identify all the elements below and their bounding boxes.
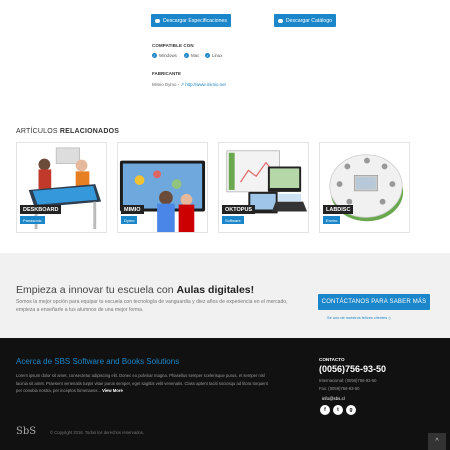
footer-about-title: Acerca de SBS Software and Books Solutio… bbox=[16, 357, 180, 366]
contact-us-button[interactable]: CONTÁCTANOS PARA SABER MÁS bbox=[318, 294, 430, 310]
product-name: DESKBOARD bbox=[20, 205, 62, 214]
product-name: LABDISC bbox=[323, 205, 354, 214]
os-windows: ✓ Windows bbox=[152, 53, 177, 58]
view-more-link[interactable]: View More bbox=[102, 388, 123, 393]
manufacturer-info: Mimio Dymo - ↗ http://www.mimio.net bbox=[152, 82, 226, 88]
cloud-download-icon bbox=[277, 18, 283, 23]
chevron-up-icon: ^ bbox=[435, 438, 439, 445]
related-heading-bold: RELACIONADOS bbox=[59, 128, 120, 135]
cta-title-bold: Aulas digitales! bbox=[176, 284, 255, 296]
os-linux: ✓ Linux bbox=[205, 53, 223, 58]
contact-international: Internacional: (0056)756-93-50 bbox=[319, 378, 377, 383]
os-label: Linux bbox=[212, 53, 223, 58]
contact-label: CONTACTO bbox=[319, 357, 345, 362]
cloud-download-icon bbox=[154, 18, 160, 23]
product-maker: Panasonic bbox=[20, 216, 45, 224]
contact-fax: Fax: (0056)756-93-50 bbox=[319, 386, 360, 391]
cta-title-plain: Empieza a innovar tu escuela con bbox=[16, 284, 174, 296]
facebook-icon[interactable]: f bbox=[320, 405, 330, 415]
manufacturer-link[interactable]: http://www.mimio.net bbox=[185, 82, 226, 87]
product-card-mimio[interactable]: MIMIO Dymo bbox=[117, 142, 208, 233]
os-label: Windows bbox=[159, 53, 177, 58]
cta-description: Somos la mejor opción para equipar tu es… bbox=[16, 299, 288, 314]
google-plus-icon[interactable]: g bbox=[346, 405, 356, 415]
product-card-labdisc[interactable]: LABDISC Enviro bbox=[319, 142, 410, 233]
footer-about-text: Lorem ipsum dolor sit amet, consectetur … bbox=[16, 372, 270, 395]
check-icon: ✓ bbox=[184, 53, 189, 58]
back-to-top-button[interactable]: ^ bbox=[428, 433, 446, 450]
cta-note: Se uno de nuestros felices clientes :) bbox=[327, 315, 391, 320]
product-card-oktopus[interactable]: OKTOPUS Software bbox=[218, 142, 309, 233]
download-catalog-label: Descargar Catálogo bbox=[285, 17, 333, 24]
check-icon: ✓ bbox=[205, 53, 210, 58]
product-name: OKTOPUS bbox=[222, 205, 256, 214]
product-maker: Enviro bbox=[323, 216, 341, 224]
related-heading-plain: ARTÍCULOS bbox=[16, 128, 58, 135]
compatible-label: COMPATIBLE CON bbox=[152, 43, 194, 48]
download-specs-button[interactable]: Descargar Especificaciones bbox=[151, 14, 231, 27]
twitter-icon[interactable]: t bbox=[333, 405, 343, 415]
footer-about-body: Lorem ipsum dolor sit amet, consectetur … bbox=[16, 373, 268, 394]
os-mac: ✓ Mac bbox=[184, 53, 199, 58]
manufacturer-name: Mimio Dymo - bbox=[152, 82, 180, 87]
external-link-icon: ↗ bbox=[180, 82, 184, 87]
manufacturer-label: FABRICANTE bbox=[152, 71, 181, 76]
copyright: © Copyright 2016. Todos los derechos res… bbox=[50, 430, 145, 435]
product-name: MIMIO bbox=[121, 205, 144, 214]
footer-logo: SbS bbox=[16, 426, 37, 437]
contact-email[interactable]: info@sbs.cl bbox=[322, 396, 345, 401]
check-icon: ✓ bbox=[152, 53, 157, 58]
related-heading: ARTÍCULOS RELACIONADOS bbox=[16, 128, 119, 135]
product-maker: Software bbox=[222, 216, 244, 224]
download-specs-label: Descargar Especificaciones bbox=[162, 17, 227, 24]
download-catalog-button[interactable]: Descargar Catálogo bbox=[274, 14, 336, 27]
cta-title: Empieza a innovar tu escuela con Aulas d… bbox=[16, 284, 254, 296]
product-card-deskboard[interactable]: DESKBOARD Panasonic bbox=[16, 142, 107, 233]
os-label: Mac bbox=[191, 53, 200, 58]
contact-phone: (0056)756-93-50 bbox=[319, 364, 387, 374]
product-maker: Dymo bbox=[121, 216, 138, 224]
